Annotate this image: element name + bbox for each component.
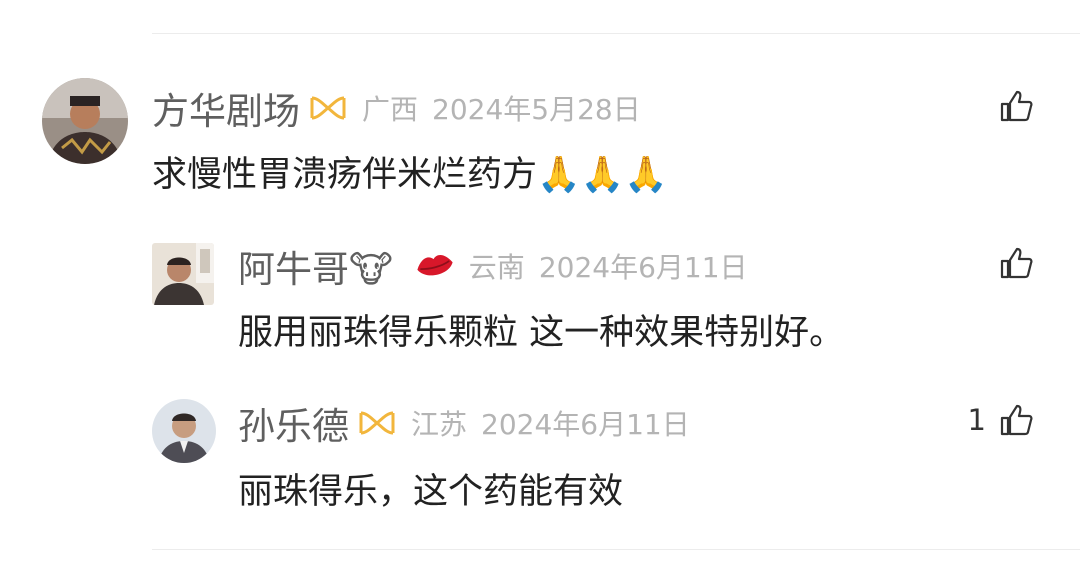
red-lips-icon (415, 251, 455, 281)
timestamp: 2024年6月11日 (538, 251, 748, 284)
reply-text: 丽珠得乐，这个药能有效 (238, 472, 624, 512)
comment-text: 求慢性胃溃疡伴米烂药方🙏🙏🙏 (152, 155, 668, 195)
reply-text: 服用丽珠得乐颗粒 这一种效果特别好。 (238, 313, 845, 353)
thumbs-up-icon (1000, 404, 1033, 436)
like-button[interactable]: 1 (968, 403, 1034, 437)
username[interactable]: 孙乐德 (238, 396, 349, 450)
location: 云南 (468, 251, 525, 284)
timestamp: 2024年5月28日 (432, 93, 641, 126)
reply-meta: 阿牛哥🐮 云南 2024年6月11日 (238, 239, 748, 293)
timestamp: 2024年6月11日 (481, 408, 690, 441)
like-button[interactable] (986, 89, 1034, 123)
divider (152, 549, 1080, 550)
comment-meta: 方华剧场 广西 2024年5月28日 (152, 81, 641, 135)
location: 江苏 (411, 408, 468, 441)
avatar[interactable] (152, 243, 214, 305)
gold-ring-badge-icon (357, 409, 397, 437)
avatar[interactable] (152, 399, 216, 463)
like-count: 1 (967, 403, 986, 437)
gold-ring-badge-icon (308, 94, 348, 122)
thumbs-up-icon (1000, 90, 1033, 122)
divider (152, 33, 1080, 34)
location: 广西 (362, 93, 419, 126)
avatar[interactable] (42, 78, 128, 164)
username[interactable]: 方华剧场 (152, 81, 300, 135)
like-button[interactable] (986, 246, 1034, 280)
comment-thread: 方华剧场 广西 2024年5月28日 求慢性胃溃疡伴米烂药方🙏🙏🙏 阿牛哥🐮 云… (0, 0, 1080, 575)
reply-meta: 孙乐德 江苏 2024年6月11日 (238, 396, 690, 450)
username[interactable]: 阿牛哥🐮 (238, 239, 393, 293)
thumbs-up-icon (1000, 247, 1033, 279)
